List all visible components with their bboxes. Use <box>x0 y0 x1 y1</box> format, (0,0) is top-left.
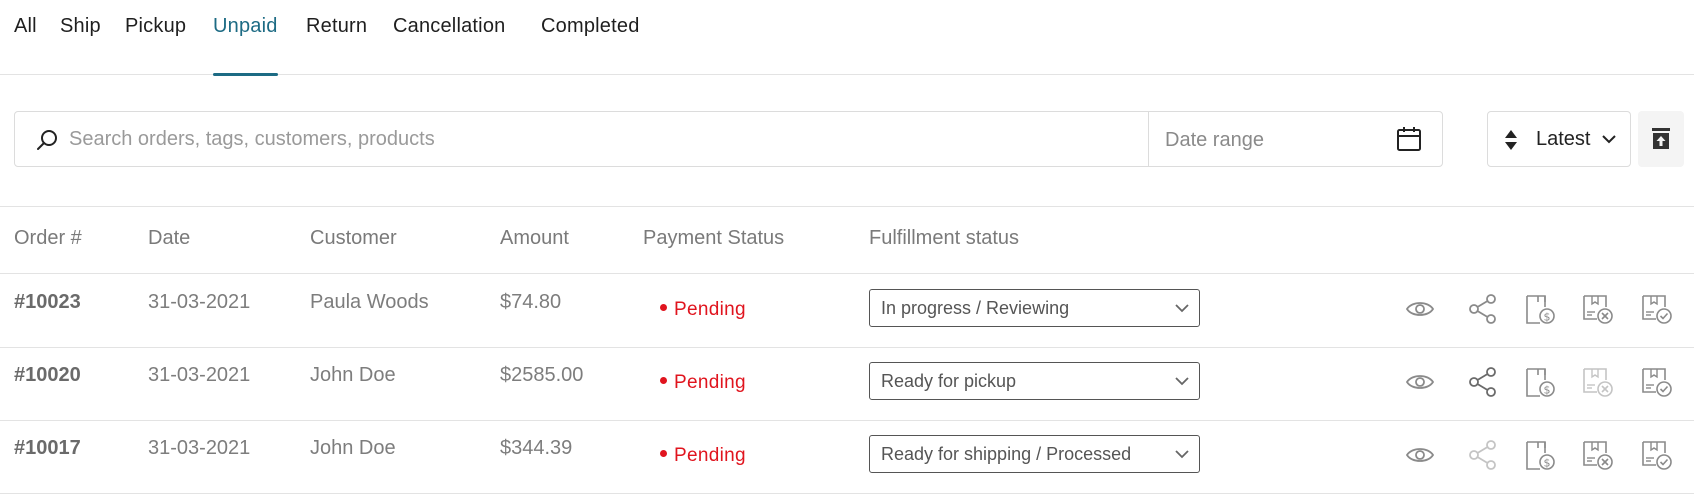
order-amount: $344.39 <box>500 437 573 459</box>
order-date: 31-03-2021 <box>148 291 251 313</box>
header-payment-status: Payment Status <box>643 227 785 249</box>
share-icon <box>1469 367 1496 397</box>
chevron-down-icon <box>1175 377 1189 386</box>
header-customer: Customer <box>310 227 397 249</box>
header-date: Date <box>148 227 191 249</box>
complete-package-button[interactable] <box>1640 366 1672 398</box>
cancel-package-button[interactable] <box>1581 366 1613 398</box>
table-header: Order # Date Customer Amount Payment Sta… <box>0 207 1694 274</box>
order-date: 31-03-2021 <box>148 437 251 459</box>
order-amount: $74.80 <box>500 291 562 313</box>
complete-package-icon <box>1642 295 1672 324</box>
payment-status-text: Pending <box>674 445 746 466</box>
eye-icon <box>1405 302 1435 316</box>
sort-icon <box>1505 130 1517 150</box>
cancel-package-icon <box>1583 441 1613 470</box>
eye-icon <box>1405 375 1435 389</box>
payment-status-badge: Pending <box>660 372 746 394</box>
tab-cancellation[interactable]: Cancellation <box>393 15 505 75</box>
svg-text:$: $ <box>1544 384 1551 397</box>
payment-status-badge: Pending <box>660 299 746 321</box>
invoice-button[interactable]: $ <box>1524 366 1556 398</box>
payment-status-badge: Pending <box>660 445 746 467</box>
status-dot <box>660 450 667 458</box>
invoice-button[interactable]: $ <box>1524 293 1556 325</box>
header-fulfillment-status: Fulfillment status <box>869 227 1020 249</box>
payment-status-text: Pending <box>674 299 746 320</box>
eye-icon <box>1405 448 1435 462</box>
fulfillment-status-value: Ready for shipping / Processed <box>881 444 1132 464</box>
order-number[interactable]: #10020 <box>14 364 81 387</box>
svg-text:$: $ <box>1544 311 1551 324</box>
archive-button[interactable] <box>1638 111 1684 167</box>
order-amount: $2585.00 <box>500 364 584 386</box>
chevron-down-icon <box>1175 304 1189 313</box>
share-order-button[interactable] <box>1467 366 1499 398</box>
header-amount: Amount <box>500 227 569 249</box>
invoice-button[interactable]: $ <box>1524 439 1556 471</box>
order-number[interactable]: #10017 <box>14 437 81 460</box>
search-icon <box>37 130 57 150</box>
view-order-button[interactable] <box>1404 366 1436 398</box>
order-date: 31-03-2021 <box>148 364 251 386</box>
tab-completed[interactable]: Completed <box>541 15 640 75</box>
view-order-button[interactable] <box>1404 439 1436 471</box>
share-order-button[interactable] <box>1467 293 1499 325</box>
status-dot <box>660 377 667 385</box>
table-row: #10023 31-03-2021 Paula Woods $74.80 Pen… <box>0 275 1694 348</box>
fulfillment-status-value: Ready for pickup <box>881 371 1017 391</box>
fulfillment-status-select[interactable]: Ready for pickup <box>869 362 1200 400</box>
invoice-icon: $ <box>1526 295 1555 324</box>
tab-ship[interactable]: Ship <box>60 15 101 75</box>
complete-package-button[interactable] <box>1640 293 1672 325</box>
complete-package-button[interactable] <box>1640 439 1672 471</box>
customer-name: John Doe <box>310 437 396 459</box>
fulfillment-status-value: In progress / Reviewing <box>881 298 1070 318</box>
fulfillment-status-select[interactable]: In progress / Reviewing <box>869 289 1200 327</box>
share-icon <box>1469 294 1496 324</box>
share-icon <box>1469 440 1496 470</box>
order-number[interactable]: #10023 <box>14 291 81 314</box>
payment-status-text: Pending <box>674 372 746 393</box>
complete-package-icon <box>1642 441 1672 470</box>
complete-package-icon <box>1642 368 1672 397</box>
date-range-picker[interactable]: Date range <box>1148 111 1443 167</box>
calendar-icon <box>1397 127 1421 151</box>
cancel-package-icon <box>1583 295 1613 324</box>
sort-label: Latest <box>1536 128 1591 150</box>
sort-dropdown[interactable]: Latest <box>1487 111 1631 167</box>
search-input[interactable] <box>69 113 1129 165</box>
archive-icon <box>1652 128 1670 149</box>
tab-unpaid[interactable]: Unpaid <box>213 15 278 76</box>
view-order-button[interactable] <box>1404 293 1436 325</box>
customer-name: John Doe <box>310 364 396 386</box>
search-box <box>14 111 1149 167</box>
chevron-down-icon <box>1175 450 1189 459</box>
status-dot <box>660 304 667 312</box>
cancel-package-icon <box>1583 368 1613 397</box>
svg-text:$: $ <box>1544 457 1551 470</box>
cancel-package-button[interactable] <box>1581 439 1613 471</box>
fulfillment-status-select[interactable]: Ready for shipping / Processed <box>869 435 1200 473</box>
invoice-icon: $ <box>1526 368 1555 397</box>
chevron-down-icon <box>1602 135 1616 144</box>
table-row: #10020 31-03-2021 John Doe $2585.00 Pend… <box>0 348 1694 421</box>
tab-all[interactable]: All <box>14 15 37 75</box>
table-row: #10017 31-03-2021 John Doe $344.39 Pendi… <box>0 421 1694 494</box>
date-range-label: Date range <box>1165 129 1264 151</box>
tab-return[interactable]: Return <box>306 15 367 75</box>
header-order: Order # <box>14 227 82 249</box>
share-order-button[interactable] <box>1467 439 1499 471</box>
cancel-package-button[interactable] <box>1581 293 1613 325</box>
invoice-icon: $ <box>1526 441 1555 470</box>
customer-name: Paula Woods <box>310 291 429 313</box>
order-tabs: All Ship Pickup Unpaid Return Cancellati… <box>0 0 1694 76</box>
tab-pickup[interactable]: Pickup <box>125 15 186 75</box>
